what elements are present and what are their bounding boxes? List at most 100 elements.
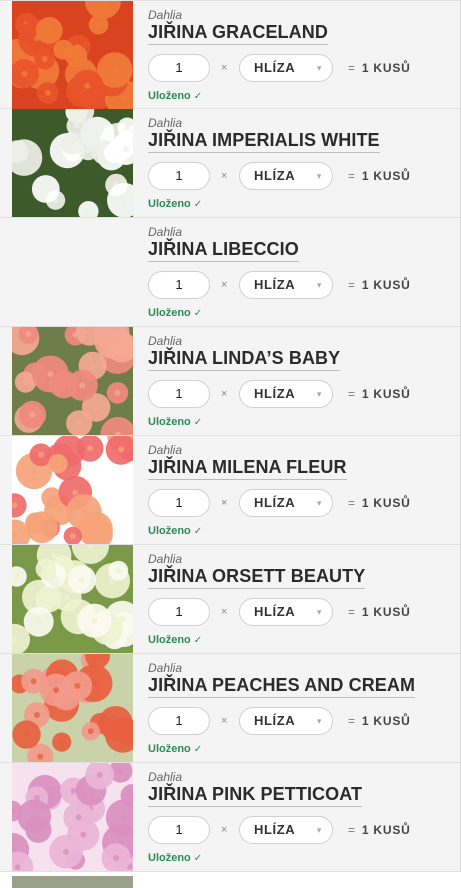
- unit-select[interactable]: HLÍZA ▾: [239, 816, 333, 844]
- equals-symbol: =: [348, 605, 356, 619]
- quantity-input[interactable]: 1: [148, 598, 210, 626]
- total-quantity: = 1 KUSŮ: [348, 162, 411, 190]
- unit-select[interactable]: HLÍZA ▾: [239, 271, 333, 299]
- saved-status-text: Uloženo: [148, 90, 191, 102]
- check-icon: ✓: [193, 744, 203, 755]
- unit-select-value: HLÍZA: [254, 495, 296, 510]
- total-quantity: = 1 KUSŮ: [348, 489, 411, 517]
- product-info: Dahlia JIŘINA PEACHES AND CREAM: [148, 662, 460, 698]
- saved-status-text: Uloženo: [148, 634, 191, 646]
- saved-status: Uloženo ✓: [148, 634, 202, 646]
- chevron-down-icon: ▾: [316, 389, 322, 399]
- product-info: Dahlia JIŘINA IMPERIALIS WHITE: [148, 117, 460, 153]
- product-genus: Dahlia: [148, 770, 183, 784]
- product-name-link[interactable]: JIŘINA PEACHES AND CREAM: [148, 675, 416, 698]
- product-image[interactable]: [12, 763, 133, 871]
- equals-symbol: =: [348, 61, 356, 75]
- product-image[interactable]: [12, 327, 133, 435]
- chevron-down-icon: ▾: [316, 607, 322, 617]
- equals-symbol: =: [348, 496, 356, 510]
- saved-status: Uloženo ✓: [148, 307, 202, 319]
- unit-select-value: HLÍZA: [254, 277, 296, 292]
- times-symbol: ×: [221, 170, 228, 182]
- total-value: 1 KUSŮ: [361, 496, 411, 510]
- quantity-input[interactable]: 1: [148, 162, 210, 190]
- total-value: 1 KUSŮ: [361, 387, 411, 401]
- product-genus: Dahlia: [148, 443, 183, 457]
- product-name-link[interactable]: JIŘINA LIBECCIO: [148, 239, 299, 262]
- chevron-down-icon: ▾: [316, 280, 322, 290]
- product-name-link[interactable]: JIŘINA ORSETT BEAUTY: [148, 566, 366, 589]
- unit-select[interactable]: HLÍZA ▾: [239, 707, 333, 735]
- equals-symbol: =: [348, 714, 356, 728]
- unit-select-value: HLÍZA: [254, 713, 296, 728]
- check-icon: ✓: [193, 526, 203, 537]
- saved-status: Uloženo ✓: [148, 525, 202, 537]
- saved-status: Uloženo ✓: [148, 198, 202, 210]
- product-name-link[interactable]: JIŘINA PINK PETTICOAT: [148, 784, 363, 807]
- cart-item: Dahlia JIŘINA ORSETT BEAUTY 1 × HLÍZA ▾ …: [0, 545, 461, 654]
- quantity-input[interactable]: 1: [148, 380, 210, 408]
- quantity-input[interactable]: 1: [148, 271, 210, 299]
- times-symbol: ×: [221, 715, 228, 727]
- unit-select-value: HLÍZA: [254, 386, 296, 401]
- check-icon: ✓: [193, 417, 203, 428]
- times-symbol: ×: [221, 279, 228, 291]
- unit-select[interactable]: HLÍZA ▾: [239, 489, 333, 517]
- total-value: 1 KUSŮ: [361, 61, 411, 75]
- times-symbol: ×: [221, 62, 228, 74]
- saved-status: Uloženo ✓: [148, 416, 202, 428]
- total-quantity: = 1 KUSŮ: [348, 598, 411, 626]
- product-image[interactable]: [12, 218, 133, 326]
- unit-select[interactable]: HLÍZA ▾: [239, 598, 333, 626]
- check-icon: ✓: [193, 91, 203, 102]
- product-info: Dahlia JIŘINA LINDA’S BABY: [148, 335, 460, 371]
- product-image[interactable]: [12, 109, 133, 217]
- quantity-input[interactable]: 1: [148, 816, 210, 844]
- product-name-link[interactable]: JIŘINA MILENA FLEUR: [148, 457, 347, 480]
- quantity-input[interactable]: 1: [148, 707, 210, 735]
- product-genus: Dahlia: [148, 225, 183, 239]
- equals-symbol: =: [348, 823, 356, 837]
- saved-status: Uloženo ✓: [148, 743, 202, 755]
- saved-status-text: Uloženo: [148, 307, 191, 319]
- cart-item: Dahlia JIŘINA PINK PETTICOAT 1 × HLÍZA ▾…: [0, 763, 461, 872]
- unit-select-value: HLÍZA: [254, 822, 296, 837]
- chevron-down-icon: ▾: [316, 63, 322, 73]
- product-name-link[interactable]: JIŘINA GRACELAND: [148, 22, 328, 45]
- product-name-link[interactable]: JIŘINA LINDA’S BABY: [148, 348, 341, 371]
- quantity-input[interactable]: 1: [148, 489, 210, 517]
- saved-status-text: Uloženo: [148, 525, 191, 537]
- chevron-down-icon: ▾: [316, 171, 322, 181]
- unit-select-value: HLÍZA: [254, 604, 296, 619]
- unit-select[interactable]: HLÍZA ▾: [239, 162, 333, 190]
- product-genus: Dahlia: [148, 116, 183, 130]
- equals-symbol: =: [348, 387, 356, 401]
- total-quantity: = 1 KUSŮ: [348, 380, 411, 408]
- product-image[interactable]: [12, 436, 133, 544]
- total-quantity: = 1 KUSŮ: [348, 271, 411, 299]
- product-info: Dahlia JIŘINA LIBECCIO: [148, 226, 460, 262]
- equals-symbol: =: [348, 169, 356, 183]
- product-image[interactable]: [12, 1, 133, 109]
- unit-select[interactable]: HLÍZA ▾: [239, 380, 333, 408]
- product-genus: Dahlia: [148, 8, 183, 22]
- total-quantity: = 1 KUSŮ: [348, 816, 411, 844]
- check-icon: ✓: [193, 199, 203, 210]
- chevron-down-icon: ▾: [316, 498, 322, 508]
- cart-item: Dahlia JIŘINA LIBECCIO 1 × HLÍZA ▾ = 1 KU…: [0, 218, 461, 327]
- product-image[interactable]: [12, 654, 133, 762]
- times-symbol: ×: [221, 606, 228, 618]
- cart-item: Dahlia JIŘINA PEACHES AND CREAM 1 × HLÍZ…: [0, 654, 461, 763]
- times-symbol: ×: [221, 388, 228, 400]
- quantity-input[interactable]: 1: [148, 54, 210, 82]
- saved-status: Uloženo ✓: [148, 852, 202, 864]
- product-image[interactable]: [12, 545, 133, 653]
- product-name-link[interactable]: JIŘINA IMPERIALIS WHITE: [148, 130, 380, 153]
- saved-status-text: Uloženo: [148, 198, 191, 210]
- product-info: Dahlia JIŘINA GRACELAND: [148, 9, 460, 45]
- unit-select[interactable]: HLÍZA ▾: [239, 54, 333, 82]
- check-icon: ✓: [193, 635, 203, 646]
- chevron-down-icon: ▾: [316, 716, 322, 726]
- unit-select-value: HLÍZA: [254, 60, 296, 75]
